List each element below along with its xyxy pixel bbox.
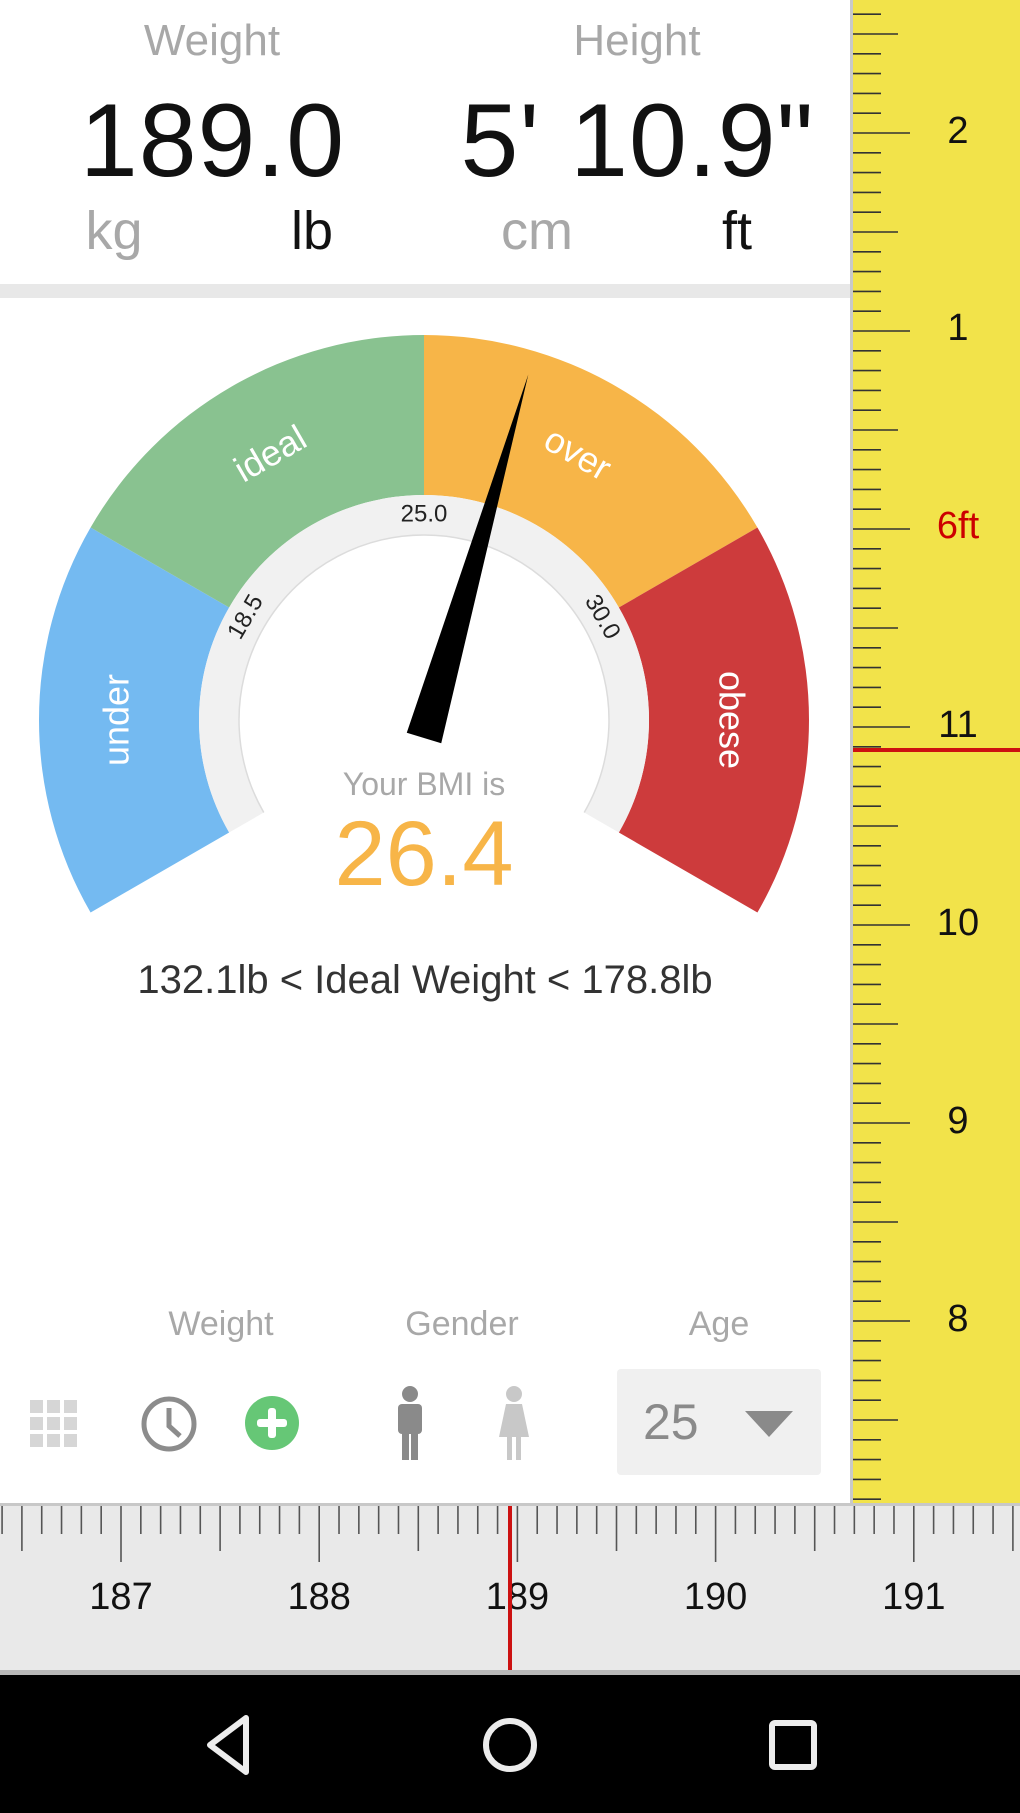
bmi-gauge: underideal overobese 18.525.030.0 Your BM… (38, 335, 809, 913)
nav-recents-button[interactable] (752, 1705, 832, 1785)
ideal-weight-range: 132.1lb < Ideal Weight < 178.8lb (137, 958, 713, 1002)
height-ruler-label: 2 (947, 110, 968, 152)
height-ruler-label: 1 (947, 307, 968, 349)
history-button[interactable] (140, 1395, 198, 1453)
height-ruler-scale: 2 1 6ft 11 10 9 8 (853, 13, 1020, 1500)
dropdown-arrow-icon (745, 1411, 793, 1437)
weight-ruler[interactable]: 187 188 189 190 191 (0, 1503, 1020, 1675)
grid-icon (30, 1400, 77, 1447)
height-ruler-label: 8 (947, 1298, 968, 1340)
recents-icon (769, 1720, 817, 1770)
header-divider (0, 284, 850, 298)
weight-ruler-label: 188 (287, 1576, 350, 1618)
height-ruler-label: 9 (947, 1100, 968, 1142)
weight-indicator-line (508, 1506, 512, 1670)
unit-lb-button[interactable]: lb (252, 200, 372, 262)
weight-ruler-label: 191 (882, 1576, 945, 1618)
nav-back-button[interactable] (188, 1705, 268, 1785)
male-icon (398, 1386, 422, 1460)
home-icon (483, 1718, 537, 1772)
unit-cm-button[interactable]: cm (477, 200, 597, 262)
age-value: 25 (643, 1394, 699, 1450)
age-dropdown[interactable]: 25 (617, 1369, 821, 1475)
weight-ruler-scale: 187 188 189 190 191 (1, 1506, 1014, 1670)
age-section-label: Age (688, 1305, 750, 1343)
gauge-zone-label: under (96, 674, 137, 766)
weight-ruler-label: 187 (89, 1576, 152, 1618)
height-value[interactable]: 5' 10.9" (455, 82, 820, 201)
weight-section-label: Weight (168, 1305, 274, 1343)
height-ruler-label: 6ft (937, 505, 980, 547)
weight-ruler-label: 190 (684, 1576, 747, 1618)
plus-circle-icon (245, 1396, 299, 1450)
weight-ruler-label: 189 (486, 1576, 549, 1618)
female-icon (499, 1386, 529, 1460)
bmi-caption: Your BMI is (343, 766, 505, 802)
nav-home-button[interactable] (470, 1705, 550, 1785)
gender-male-button[interactable] (392, 1385, 428, 1460)
gender-female-button[interactable] (496, 1385, 532, 1460)
height-label: Height (573, 16, 701, 65)
system-navigation-bar (0, 1675, 1020, 1813)
bmi-value: 26.4 (334, 803, 513, 905)
gender-section-label: Gender (405, 1305, 519, 1343)
height-indicator-line (853, 748, 1020, 752)
clock-icon (141, 1396, 197, 1452)
back-icon (207, 1715, 249, 1775)
unit-kg-button[interactable]: kg (54, 200, 174, 262)
menu-grid-button[interactable] (30, 1400, 78, 1448)
weight-label: Weight (143, 16, 281, 65)
gauge-threshold-label: 25.0 (401, 500, 448, 527)
weight-value[interactable]: 189.0 (40, 82, 385, 201)
height-ruler-label: 11 (938, 704, 977, 746)
height-ruler[interactable]: 2 1 6ft 11 10 9 8 (850, 0, 1020, 1503)
unit-ft-button[interactable]: ft (677, 200, 797, 262)
gauge-zone-label: obese (711, 671, 752, 769)
measurement-header: Weight Height 189.0 5' 10.9" kg lb cm ft (0, 0, 850, 284)
height-ruler-label: 10 (937, 902, 979, 944)
add-weight-button[interactable] (244, 1395, 300, 1451)
